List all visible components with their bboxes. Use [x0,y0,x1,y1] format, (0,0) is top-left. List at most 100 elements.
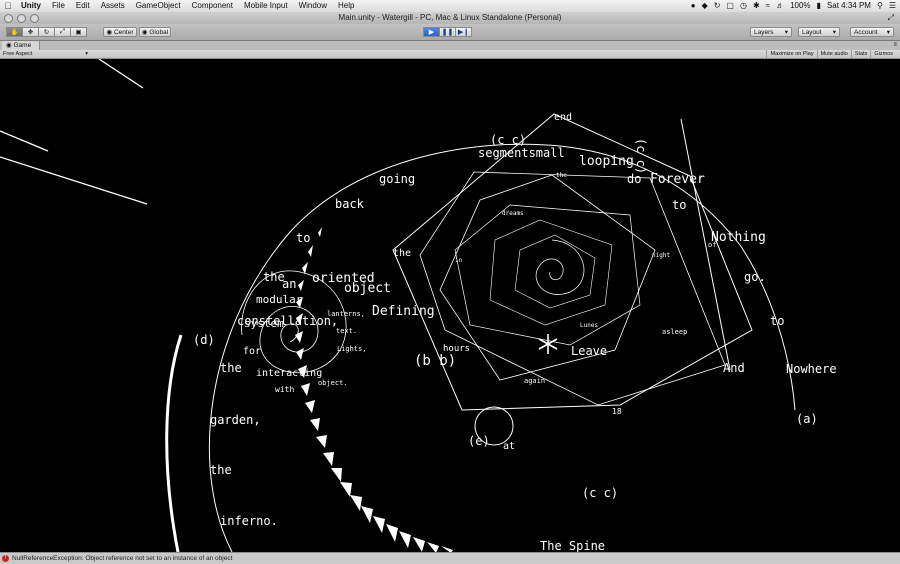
window-title: Main.unity - Watergill - PC, Mac & Linux… [338,13,562,22]
sync-icon[interactable]: ↻ [714,0,721,12]
rotate-tool-icon[interactable]: ↻ [38,27,55,37]
scene-word: Nothing [711,230,766,245]
battery-icon[interactable]: ▮ [817,0,821,12]
layout-dropdown[interactable]: Layout ▾ [798,27,840,37]
scene-word: dreams [502,210,524,217]
panel-tab-strip: ◉ Game ≡ [0,41,900,50]
scene-word: And [723,361,745,375]
display-icon[interactable]: ▢ [726,0,734,12]
stats-toggle[interactable]: Stats [850,50,871,58]
gizmos-dropdown[interactable]: Gizmos [870,50,896,58]
scene-word: night [652,252,671,259]
aspect-dropdown[interactable]: Free Aspect ▾ [3,50,88,58]
dropbox-icon[interactable]: ◆ [702,0,708,12]
menu-assets[interactable]: Assets [96,0,131,12]
scene-word: object [344,281,391,296]
scene-word: with [275,385,295,394]
wifi-icon[interactable]: ≈ [766,0,770,12]
scene-word: Forever [650,172,705,187]
menu-window[interactable]: Window [294,0,333,12]
scene-word: looping [579,154,634,169]
layout-label: Layout [802,28,822,36]
menu-component[interactable]: Component [187,0,239,12]
pivot-label: Center [113,28,134,36]
scene-word: asleep [662,328,688,336]
scene-line [0,130,49,152]
panel-menu-icon[interactable]: ≡ [893,41,897,50]
spotlight-icon[interactable]: ⚲ [877,0,883,12]
chevron-down-icon: ▾ [85,51,88,57]
scene-word: to [296,231,311,245]
notification-center-icon[interactable]: ☰ [889,0,896,12]
scene-word: system [244,317,284,330]
hand-tool-icon[interactable]: ✋ [6,27,23,37]
step-button-icon[interactable]: ▶❙ [455,27,472,37]
rect-tool-icon[interactable]: ▣ [70,27,87,37]
scene-word: for [243,346,262,357]
account-dropdown[interactable]: Account ▾ [850,27,894,37]
pivot-icon: ◉ [106,29,114,36]
scene-word: The Spine [540,539,606,552]
scene-word: text. [336,327,358,335]
scene-word: do [627,172,642,186]
scene-word: object. [318,379,348,387]
scene-word: Leave [571,344,608,358]
console-status-bar[interactable]: ! NullReferenceException: Object referenc… [0,552,900,564]
scene-word: the [393,248,412,259]
scene-word: segmentsmall [478,146,565,160]
scale-tool-icon[interactable]: ⤢ [54,27,71,37]
star-icon [538,334,558,354]
move-tool-icon[interactable]: ✥ [22,27,39,37]
scene-word: go. [744,270,766,284]
scene-word: Lights, [337,345,367,353]
menu-app-name[interactable]: Unity [16,0,47,12]
battery-percent[interactable]: 100% [790,0,810,12]
pause-button-icon[interactable]: ❚❚ [439,27,456,37]
menu-edit[interactable]: Edit [71,0,96,12]
time-machine-icon[interactable]: ◷ [740,0,747,12]
tab-game-label: Game [13,42,32,49]
scene-linework [0,59,796,552]
menu-file[interactable]: File [47,0,71,12]
scene-word: Lunes [580,322,599,329]
scene-word: interacting [256,368,323,379]
playback-controls: ▶ ❚❚ ▶❙ [423,27,472,37]
tab-game[interactable]: ◉ Game [2,41,41,50]
error-icon: ! [2,554,9,562]
menubar-tray: ● ◆ ↻ ▢ ◷ ✱ ≈ ♬ 100% ▮ Sat 4:34 PM ⚲ ☰ [685,0,896,12]
window-titlebar: Main.unity - Watergill - PC, Mac & Linux… [0,12,900,24]
space-label: Global [149,28,169,36]
chevron-down-icon: ▾ [886,29,890,36]
scene-word: at [503,441,516,452]
left-arc [165,334,183,552]
layers-label: Layers [754,28,774,36]
status-message: NullReferenceException: Object reference… [12,555,233,562]
layers-dropdown[interactable]: Layers ▾ [750,27,792,37]
bluetooth-icon[interactable]: ✱ [753,0,760,12]
scene-line [0,156,148,205]
scene-word: the [220,361,242,375]
apple-icon[interactable]:  [0,1,16,11]
menu-help[interactable]: Help [333,0,360,12]
menu-mobile-input[interactable]: Mobile Input [239,0,294,12]
skype-icon[interactable]: ● [691,0,696,12]
play-button-icon[interactable]: ▶ [423,27,440,37]
pivot-center-button[interactable]: ◉ Center [103,27,137,37]
volume-icon[interactable]: ♬ [776,0,784,12]
scene-word: (c c) [490,133,527,147]
menu-gameobject[interactable]: GameObject [131,0,187,12]
clock[interactable]: Sat 4:34 PM [827,0,871,12]
scene-word: Defining [372,304,435,319]
globe-icon: ◉ [141,29,150,36]
maximize-on-play-toggle[interactable]: Maximize on Play [766,50,816,58]
mute-audio-toggle[interactable]: Mute audio [816,50,851,58]
game-view[interactable]: end (c c) segmentsmall looping (c c) do … [0,59,900,552]
space-global-button[interactable]: ◉ Global [139,27,171,37]
fullscreen-icon[interactable]: ⤢ [888,13,894,23]
gameview-controlbar: Free Aspect ▾ Maximize on Play Mute audi… [0,50,900,59]
scene-word: the [556,172,567,179]
scene-word: modular [256,293,303,306]
account-label: Account [854,28,878,36]
scene-word: end [554,112,573,123]
scene-word: (c c) [634,138,648,175]
